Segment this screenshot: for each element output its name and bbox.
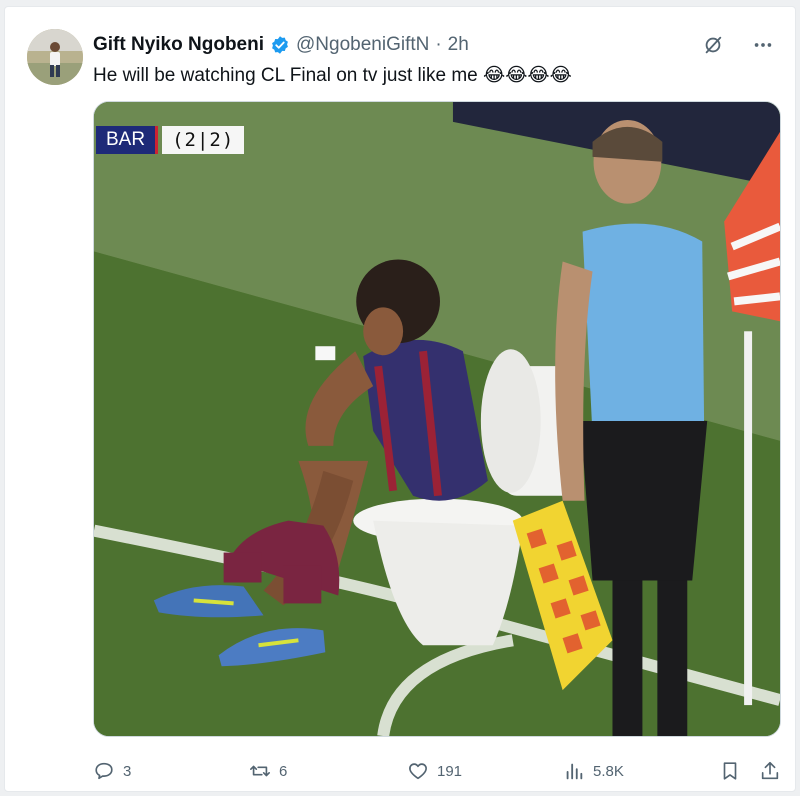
reply-button[interactable]: 3	[93, 755, 131, 787]
score-value: (2|2)	[162, 126, 245, 154]
user-handle[interactable]: @NgobeniGiftN	[296, 33, 429, 57]
separator-dot: ·	[435, 34, 442, 55]
tweet-top-actions	[701, 33, 775, 57]
views-button[interactable]: 5.8K	[563, 755, 624, 787]
bookmark-button[interactable]	[719, 755, 741, 787]
share-icon	[761, 761, 779, 780]
timestamp[interactable]: 2h	[448, 33, 469, 57]
verified-badge-icon	[270, 35, 290, 55]
bookmark-icon	[723, 762, 737, 780]
repost-button[interactable]: 6	[249, 755, 287, 787]
avatar-image	[27, 29, 83, 85]
tweet-header: Gift Nyiko Ngobeni @NgobeniGiftN · 2h	[93, 33, 469, 57]
share-button[interactable]	[759, 755, 781, 787]
views-count: 5.8K	[593, 762, 624, 780]
display-name[interactable]: Gift Nyiko Ngobeni	[93, 33, 264, 57]
more-icon[interactable]	[751, 33, 775, 57]
score-team: BAR	[96, 126, 159, 154]
tweet-photo[interactable]: BAR (2|2)	[93, 101, 781, 737]
like-button[interactable]: 191	[407, 755, 462, 787]
grok-icon[interactable]	[701, 33, 725, 57]
score-bug: BAR (2|2)	[96, 126, 245, 154]
reply-count: 3	[123, 762, 132, 780]
like-icon	[409, 763, 427, 780]
repost-icon	[250, 765, 270, 777]
avatar[interactable]	[27, 29, 83, 85]
views-icon	[566, 763, 583, 780]
repost-count: 6	[279, 762, 288, 780]
photo-illustration	[94, 102, 780, 736]
tweet-text: He will be watching CL Final on tv just …	[93, 65, 572, 86]
tweet-card[interactable]: Gift Nyiko Ngobeni @NgobeniGiftN · 2h He…	[4, 6, 796, 792]
like-count: 191	[437, 762, 463, 780]
reply-icon	[95, 762, 113, 780]
tweet-actions: 3 6 191 5.8K	[93, 755, 793, 787]
